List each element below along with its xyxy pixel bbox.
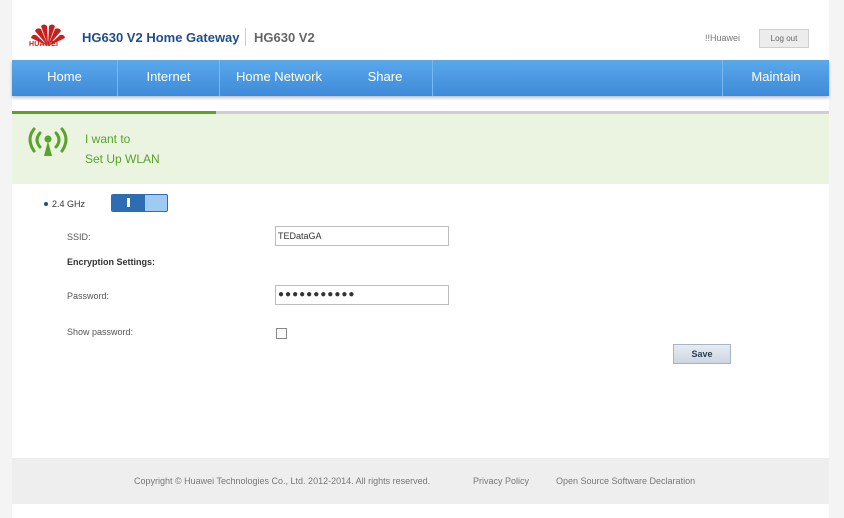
nav-maintain[interactable]: Maintain [722,60,829,96]
toggle-on-state [112,195,145,211]
brand-wordmark: HUAWEI [29,41,59,48]
wizard-header: I want to Set Up WLAN [12,114,829,184]
bullet-icon [44,202,48,206]
wlan-band-toggle[interactable] [111,194,168,212]
toggle-on-icon [127,198,130,207]
nav-internet[interactable]: Internet [118,60,220,96]
nav-home[interactable]: Home [12,60,118,96]
wizard-intro: I want to [85,132,131,146]
nav-share[interactable]: Share [338,60,433,96]
current-user: !!Huawei [705,33,741,43]
router-admin-page: HUAWEI HG630 V2 Home Gateway HG630 V2 !!… [12,0,829,518]
privacy-policy-link[interactable]: Privacy Policy [473,476,529,486]
main-nav: Home Internet Home Network Share Maintai… [12,60,829,96]
encryption-heading: Encryption Settings: [67,257,156,267]
header: HUAWEI HG630 V2 Home Gateway HG630 V2 !!… [12,0,829,60]
logout-button[interactable]: Log out [759,29,809,48]
save-button[interactable]: Save [673,344,731,364]
ssid-label: SSID: [67,232,91,242]
product-subtitle: HG630 V2 [254,30,315,45]
page-margin-left [0,0,12,518]
bottom-strip [12,504,829,518]
product-title: HG630 V2 Home Gateway [82,30,240,45]
password-label: Password: [67,291,110,301]
title-divider [245,28,246,46]
oss-declaration-link[interactable]: Open Source Software Declaration [556,476,695,486]
footer: Copyright © Huawei Technologies Co., Ltd… [12,458,829,504]
wizard-title: Set Up WLAN [85,152,160,166]
ssid-input[interactable]: TEDataGA [275,226,449,246]
band-label: 2.4 GHz [44,199,86,209]
wifi-antenna-icon [28,127,68,156]
footer-copyright: Copyright © Huawei Technologies Co., Ltd… [134,476,431,486]
show-password-label: Show password: [67,327,134,337]
page-margin-right [829,0,844,518]
password-input[interactable]: ●●●●●●●●●●● [275,285,449,305]
nav-home-network[interactable]: Home Network [220,60,338,96]
show-password-checkbox[interactable] [276,328,287,339]
band-label-text: 2.4 GHz [52,199,86,209]
